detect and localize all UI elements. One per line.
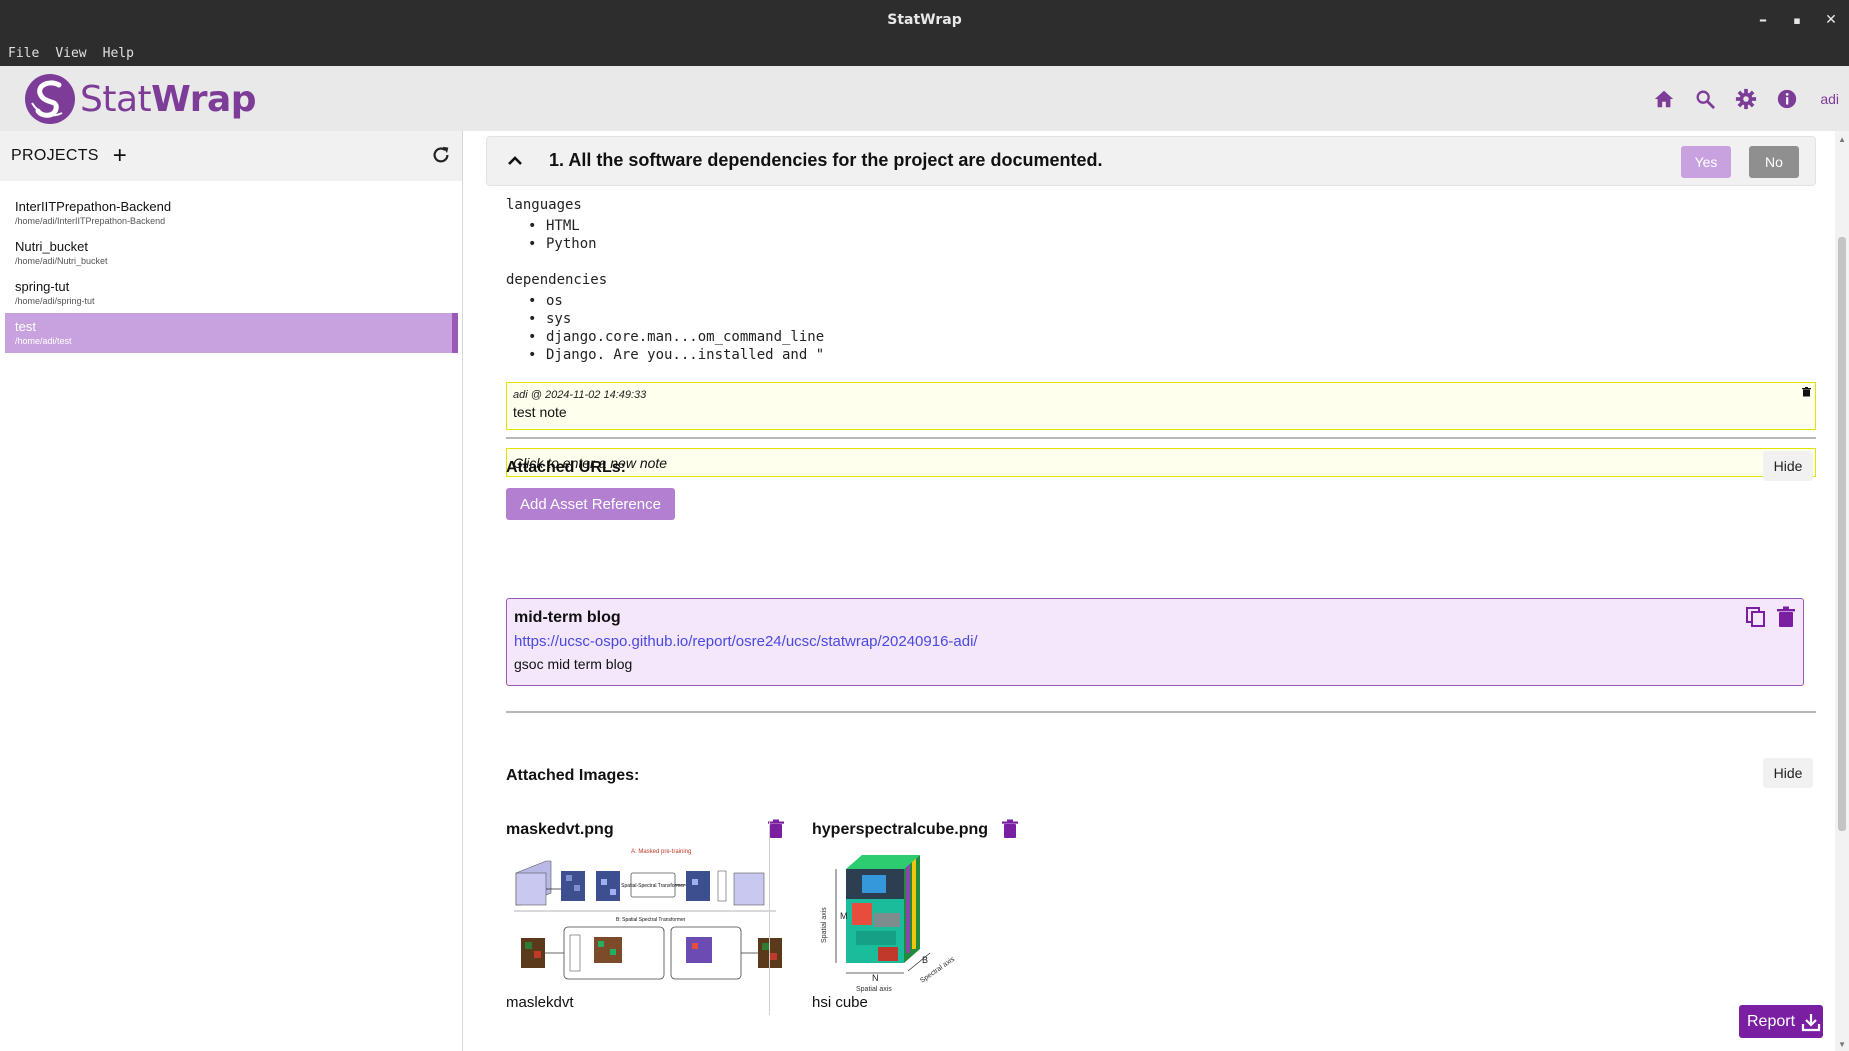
project-path: /home/adi/test	[15, 336, 72, 346]
language-item: HTML	[528, 217, 597, 235]
project-list: InterIITPrepathon-Backend /home/adi/Inte…	[0, 181, 462, 353]
menu-help[interactable]: Help	[101, 44, 136, 63]
dependency-item: Django. Are you...installed and "	[528, 346, 824, 364]
projects-title: PROJECTS	[11, 147, 99, 164]
download-icon	[1801, 1013, 1821, 1031]
image-name: maskedvt.png	[506, 821, 614, 838]
project-name: test	[15, 319, 36, 334]
window-titlebar: StatWrap – ▪ ✕	[0, 0, 1849, 40]
statwrap-logo-mark-icon	[25, 74, 75, 124]
hide-urls-button[interactable]: Hide	[1763, 451, 1813, 481]
hyperspectral-cube-figure[interactable]: M N B Spatial axis Spatial axis Spectral…	[812, 843, 972, 993]
dependencies-list: os sys django.core.man...om_command_line…	[528, 292, 824, 364]
languages-list: HTML Python	[528, 217, 597, 253]
project-name: Nutri_bucket	[15, 239, 88, 254]
header-actions: adi	[1652, 66, 1839, 131]
report-label: Report	[1747, 1012, 1796, 1030]
project-path: /home/adi/spring-tut	[15, 296, 95, 306]
user-name[interactable]: adi	[1820, 91, 1839, 107]
new-note-input[interactable]: Click to enter a new note	[506, 448, 1816, 477]
dependencies-label: dependencies	[506, 272, 608, 288]
projects-header: PROJECTS +	[0, 131, 462, 181]
divider	[506, 437, 1816, 439]
url-link[interactable]: https://ucsc-ospo.github.io/report/osre2…	[514, 633, 978, 650]
scroll-up-arrow-icon[interactable]: ▲	[1838, 135, 1846, 144]
logo-text-bold: Wrap	[151, 78, 257, 120]
dependency-item: os	[528, 292, 824, 310]
main-scrollbar[interactable]: ▲ ▼	[1835, 131, 1849, 1051]
window-controls: – ▪ ✕	[1753, 0, 1841, 40]
add-project-button[interactable]: +	[113, 144, 127, 168]
languages-label: languages	[506, 197, 582, 213]
copy-icon[interactable]	[1745, 606, 1767, 628]
minimize-button[interactable]: –	[1753, 10, 1773, 30]
project-name: InterIITPrepathon-Backend	[15, 199, 172, 214]
checklist-question: 1. All the software dependencies for the…	[549, 150, 1103, 170]
figure-label-b: B: Spatial Spectral Transformer	[616, 917, 686, 923]
image-delete-icon[interactable]	[1002, 819, 1018, 839]
url-description: gsoc mid term blog	[514, 656, 633, 672]
menu-bar: File View Help	[0, 40, 1849, 66]
refresh-icon[interactable]	[430, 144, 452, 166]
logo-text-light: Stat	[80, 78, 152, 120]
scroll-down-arrow-icon[interactable]: ▼	[1838, 1040, 1846, 1049]
gear-icon[interactable]	[1734, 87, 1758, 111]
axis-b-label: B	[922, 955, 928, 965]
axis-n-label: N	[872, 973, 879, 983]
image-delete-icon[interactable]	[768, 819, 784, 839]
divider	[506, 711, 1816, 713]
image-separator	[769, 822, 770, 1015]
checklist-item-header: 1. All the software dependencies for the…	[486, 136, 1816, 186]
spatial-axis-label-y: Spatial axis	[821, 907, 828, 943]
report-button[interactable]: Report	[1739, 1005, 1823, 1038]
dependency-item: django.core.man...om_command_line	[528, 328, 824, 346]
figure-label-a: A: Masked pre-training	[631, 849, 691, 855]
window-title: StatWrap	[887, 12, 962, 28]
yes-button[interactable]: Yes	[1681, 146, 1731, 178]
statwrap-logo[interactable]: StatWrap	[24, 74, 257, 124]
main-content: 1. All the software dependencies for the…	[464, 131, 1849, 1051]
scroll-thumb[interactable]	[1838, 237, 1846, 831]
close-button[interactable]: ✕	[1821, 10, 1841, 30]
app-header: StatWrap adi	[0, 66, 1849, 131]
search-icon[interactable]	[1693, 87, 1717, 111]
image-caption: maslekdvt	[506, 994, 574, 1011]
note-card[interactable]: adi @ 2024-11-02 14:49:33 test note	[506, 382, 1816, 430]
maximize-button[interactable]: ▪	[1787, 10, 1807, 30]
hide-images-button[interactable]: Hide	[1763, 758, 1813, 788]
figure-label-transformer: Spatial-Spectral Transformer	[621, 883, 685, 889]
project-item[interactable]: Nutri_bucket /home/adi/Nutri_bucket	[5, 233, 458, 273]
language-item: Python	[528, 235, 596, 253]
attached-images-title: Attached Images:	[506, 767, 640, 784]
image-name: hyperspectralcube.png	[812, 821, 989, 838]
menu-file[interactable]: File	[6, 44, 41, 63]
menu-view[interactable]: View	[53, 44, 88, 63]
axis-m-label: M	[840, 911, 848, 921]
project-path: /home/adi/InterIITPrepathon-Backend	[15, 216, 166, 226]
no-button[interactable]: No	[1749, 146, 1799, 178]
add-asset-reference-button[interactable]: Add Asset Reference	[506, 488, 675, 520]
project-name: spring-tut	[15, 279, 70, 294]
info-icon[interactable]	[1775, 87, 1799, 111]
project-item-selected[interactable]: test /home/adi/test	[5, 313, 458, 353]
url-card: mid-term blog https://ucsc-ospo.github.i…	[506, 598, 1804, 686]
image-caption: hsi cube	[812, 994, 868, 1011]
maskedvt-figure[interactable]: A: Masked pre-training Spatial-Spectral …	[506, 843, 796, 983]
home-icon[interactable]	[1652, 87, 1676, 111]
project-item[interactable]: InterIITPrepathon-Backend /home/adi/Inte…	[5, 193, 458, 233]
statwrap-logo-text: StatWrap	[80, 78, 257, 120]
url-delete-icon[interactable]	[1777, 606, 1795, 628]
note-delete-icon[interactable]	[1802, 387, 1811, 397]
spatial-axis-label-x: Spatial axis	[856, 986, 892, 993]
url-title: mid-term blog	[514, 609, 621, 626]
note-text: test note	[513, 404, 567, 420]
attached-urls-title: Attached URLs:	[506, 459, 627, 476]
project-item[interactable]: spring-tut /home/adi/spring-tut	[5, 273, 458, 313]
projects-sidebar: PROJECTS + InterIITPrepathon-Backend /ho…	[0, 131, 463, 1051]
chevron-up-icon[interactable]	[505, 151, 525, 171]
note-meta: adi @ 2024-11-02 14:49:33	[513, 389, 647, 401]
project-path: /home/adi/Nutri_bucket	[15, 256, 108, 266]
dependency-item: sys	[528, 310, 824, 328]
